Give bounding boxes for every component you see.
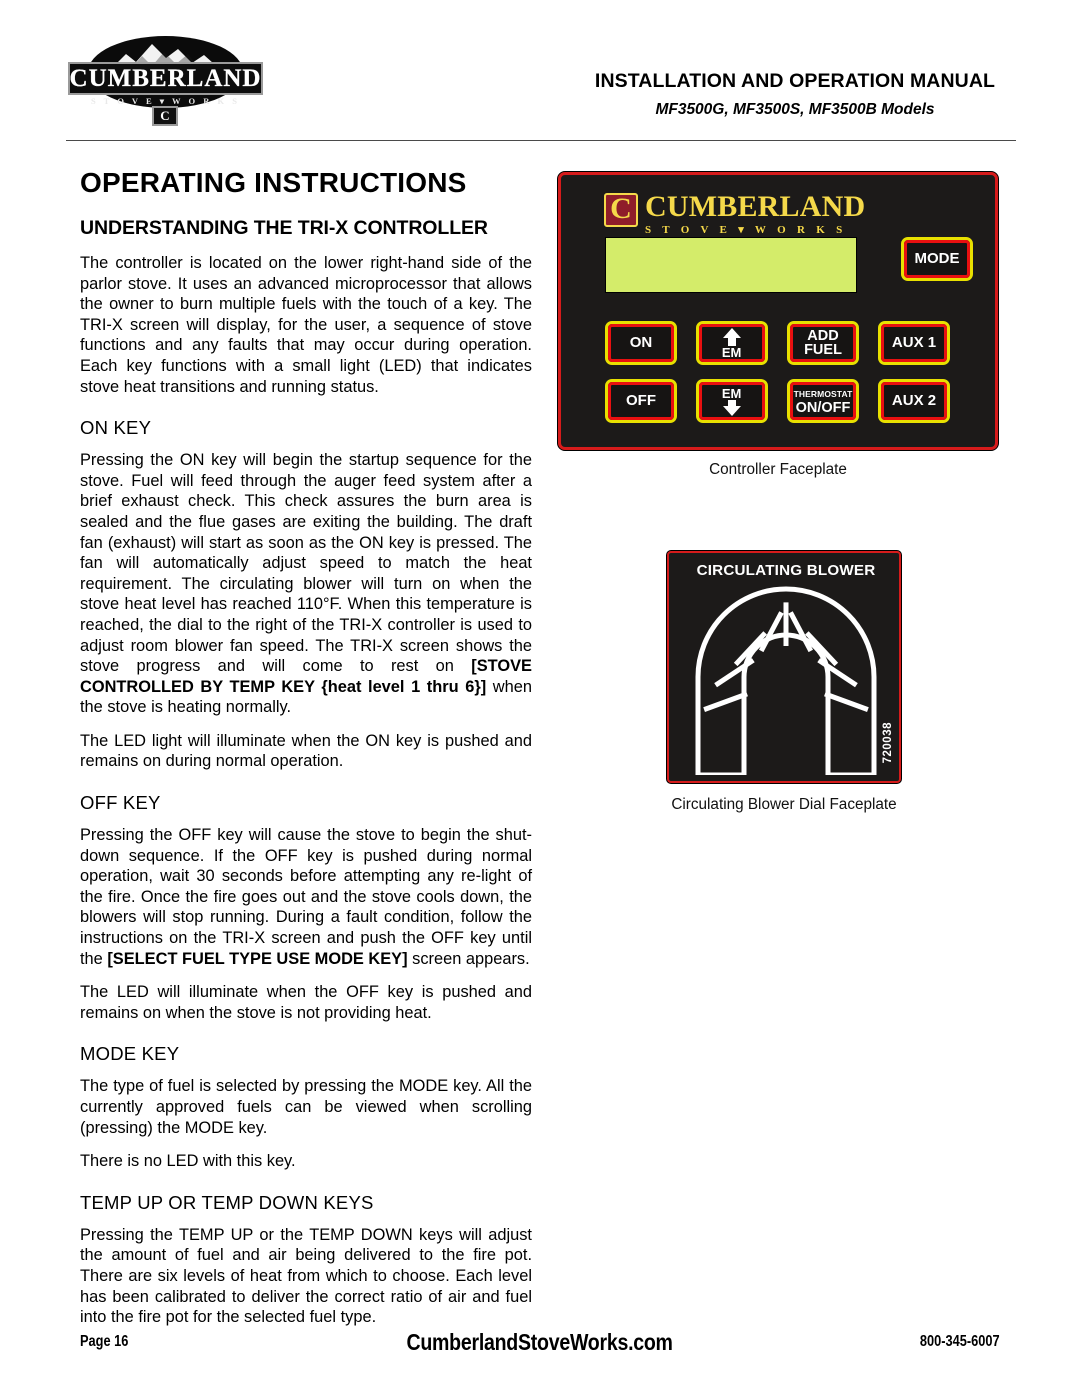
footer-phone-number: 800-345-6007 <box>920 1333 1000 1350</box>
blower-dial-icon <box>678 579 894 780</box>
aux1-key-button[interactable]: AUX 1 <box>878 321 950 365</box>
page-footer: Page 16 CumberlandStoveWorks.com 800-345… <box>0 1329 1080 1359</box>
add-fuel-label-line2: FUEL <box>804 342 842 358</box>
right-figure-column: C CUMBERLAND S T O V E ▾ W O R K S ON TE… <box>558 172 1010 814</box>
heading-on-key: ON KEY <box>80 417 152 439</box>
aux2-key-button[interactable]: AUX 2 <box>878 379 950 423</box>
heading-off-key: OFF KEY <box>80 792 161 814</box>
temp-down-key-button[interactable]: TEMP <box>696 379 768 423</box>
off-key-paragraph-1: Pressing the OFF key will cause the stov… <box>80 825 532 969</box>
keypad-row-2: OFF TEMP THERMOSTAT ON/OFF <box>605 379 963 423</box>
faceplate-brand-word: CUMBERLAND <box>645 190 866 223</box>
faceplate-brand-logo: C CUMBERLAND S T O V E ▾ W O R K S <box>604 190 866 237</box>
faceplate-keypad: ON TEMP ADD FUEL <box>605 321 963 437</box>
page-title: OPERATING INSTRUCTIONS <box>80 167 467 198</box>
thermostat-label-line2: ON/OFF <box>795 399 851 416</box>
faceplate-brand-text: CUMBERLAND S T O V E ▾ W O R K S <box>645 190 866 237</box>
on-key-label: ON <box>629 334 653 351</box>
controller-caption: Controller Faceplate <box>709 461 847 478</box>
temp-up-key-button[interactable]: TEMP <box>696 321 768 365</box>
off-key-paragraph-2: The LED will illuminate when the OFF key… <box>80 983 532 1022</box>
on-key-p1-part-a: Pressing the ON key will begin the start… <box>80 451 532 676</box>
svg-text:TEMP: TEMP <box>722 386 742 401</box>
thermostat-label-line1: THERMOSTAT <box>793 388 853 399</box>
logo-wordmark-band: CUMBERLAND <box>68 62 263 95</box>
blower-part-number: 720038 <box>882 721 894 763</box>
footer-website-text: CumberlandStoveWorks.com <box>406 1329 674 1355</box>
arrow-up-icon: TEMP <box>722 327 742 359</box>
section-title: UNDERSTANDING THE TRI-X CONTROLLER <box>80 217 488 239</box>
manual-models: MF3500G, MF3500S, MF3500B Models <box>655 101 935 118</box>
temp-keys-paragraph-1: Pressing the TEMP UP or the TEMP DOWN ke… <box>80 1225 532 1327</box>
header-divider <box>66 140 1016 141</box>
blower-title: CIRCULATING BLOWER <box>696 562 876 579</box>
page-header: CUMBERLAND S T O V E ▾ W O R K S C INSTA… <box>0 0 1080 150</box>
heading-temp-keys: TEMP UP OR TEMP DOWN KEYS <box>80 1191 374 1213</box>
mode-key-paragraph-2: There is no LED with this key. <box>80 1152 296 1171</box>
cumberland-logo: CUMBERLAND S T O V E ▾ W O R K S C <box>68 36 263 126</box>
off-key-p1-part-a: Pressing the OFF key will cause the stov… <box>80 826 532 968</box>
arrow-down-icon: TEMP <box>722 385 742 417</box>
on-key-paragraph-2: The LED light will illuminate when the O… <box>80 731 532 771</box>
blower-figure: CIRCULATING BLOWER 720038 <box>558 551 1010 783</box>
blower-faceplate: CIRCULATING BLOWER 720038 <box>667 551 901 783</box>
aux2-key-label: AUX 2 <box>891 392 937 409</box>
add-fuel-key-button[interactable]: ADD FUEL <box>787 321 859 365</box>
off-key-button[interactable]: OFF <box>605 379 677 423</box>
faceplate-c-badge-icon: C <box>604 193 638 227</box>
faceplate-brand-tagline: S T O V E ▾ W O R K S <box>645 224 847 236</box>
off-key-p1-part-c: screen appears. <box>407 949 530 968</box>
off-key-label: OFF <box>626 392 656 409</box>
lcd-screen <box>605 237 857 293</box>
aux1-key-label: AUX 1 <box>891 334 937 351</box>
logo-c-badge: C <box>152 106 178 126</box>
mode-key-label: MODE <box>914 250 960 267</box>
logo-wordmark: CUMBERLAND <box>69 64 262 92</box>
add-fuel-label-line1: ADD <box>807 327 839 344</box>
keypad-row-1: ON TEMP ADD FUEL <box>605 321 963 365</box>
add-fuel-stack: ADD FUEL <box>804 327 842 358</box>
svg-text:TEMP: TEMP <box>722 345 742 359</box>
thermostat-stack: THERMOSTAT ON/OFF <box>794 387 853 416</box>
manual-title: INSTALLATION AND OPERATION MANUAL <box>594 70 996 92</box>
on-key-button[interactable]: ON <box>605 321 677 365</box>
on-key-paragraph-1: Pressing the ON key will begin the start… <box>80 450 532 718</box>
mode-key-paragraph-1: The type of fuel is selected by pressing… <box>80 1077 532 1137</box>
mode-key-column: MODE <box>901 237 973 281</box>
off-key-p1-bold: [SELECT FUEL TYPE USE MODE KEY] <box>107 949 408 968</box>
controller-faceplate: C CUMBERLAND S T O V E ▾ W O R K S ON TE… <box>558 172 998 450</box>
blower-caption: Circulating Blower Dial Faceplate <box>671 796 897 813</box>
footer-website: CumberlandStoveWorks.com <box>0 1329 1080 1356</box>
mode-key-button[interactable]: MODE <box>901 237 973 281</box>
heading-mode-key: MODE KEY <box>80 1043 180 1065</box>
intro-paragraph: The controller is located on the lower r… <box>80 254 532 396</box>
left-text-column: OPERATING INSTRUCTIONS UNDERSTANDING THE… <box>80 167 532 1341</box>
thermostat-on-off-key-button[interactable]: THERMOSTAT ON/OFF <box>787 379 859 423</box>
